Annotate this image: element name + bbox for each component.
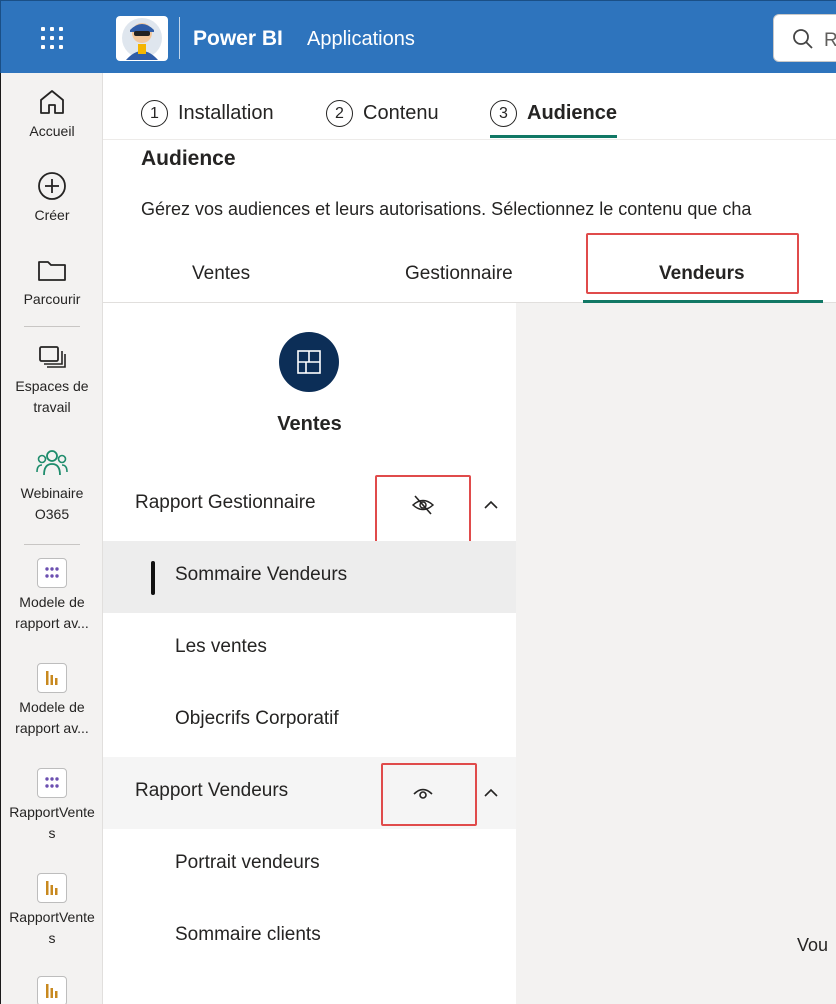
app-name: Ventes [277,413,342,435]
app-badge [279,332,339,392]
nav-item-modele-rapport-1[interactable]: Modele de rapport av... [1,558,103,634]
nav-item-parcourir[interactable]: Parcourir [1,255,103,310]
audience-content-panel: Ventes Rapport Gestionnaire Sommaire Ven… [103,303,516,1004]
app-layout-icon [297,350,321,374]
step-number: 3 [490,100,517,127]
chevron-up-icon[interactable] [483,787,499,799]
app-grid-icon [37,768,67,798]
step-contenu[interactable]: 2 Contenu [326,100,439,127]
home-icon [40,90,64,114]
page-item-label: Portrait vendeurs [175,852,320,873]
nav-label: Webinaire O365 [20,485,84,522]
page-item-sommaire-clients[interactable]: Sommaire clients [103,901,516,973]
step-number: 1 [141,100,168,127]
eye-off-icon[interactable] [411,493,435,517]
setup-steps: 1 Installation 2 Contenu 3 Audience [103,73,836,140]
report-group-vendeurs[interactable]: Rapport Vendeurs [103,757,516,829]
brand-name[interactable]: Power BI [193,27,283,51]
nav-item-webinaire-o365[interactable]: Webinaire O365 [1,447,103,525]
main-content: 1 Installation 2 Contenu 3 Audience Audi… [103,73,836,1004]
step-audience[interactable]: 3 Audience [490,100,617,127]
step-number: 2 [326,100,353,127]
chevron-up-icon[interactable] [483,499,499,511]
nav-item-report-partial[interactable] [1,976,103,1004]
app-launcher-icon[interactable] [41,27,65,51]
page-item-les-ventes[interactable]: Les ventes [103,613,516,685]
nav-label: Modele de rapport av... [15,594,89,631]
report-chart-icon [37,663,67,693]
folder-icon [38,261,66,281]
top-header-bar: Power BI Applications R [0,0,836,73]
search-placeholder: R [824,30,836,51]
nav-item-accueil[interactable]: Accueil [1,87,103,142]
nav-label: Parcourir [23,291,81,307]
audience-tabs: Ventes Gestionnaire Vendeurs [103,233,836,303]
report-chart-icon [37,976,67,1004]
step-installation[interactable]: 1 Installation [141,100,274,127]
app-grid-icon [37,558,67,588]
page-item-label: Sommaire Vendeurs [175,564,348,585]
selected-indicator [151,561,155,595]
plus-circle-icon [38,172,66,200]
audience-description: Gérez vos audiences et leurs autorisatio… [141,199,752,219]
nav-label: Accueil [29,123,75,139]
nav-label: RapportVentes [9,804,95,841]
nav-separator [24,544,80,545]
active-step-indicator [490,135,617,138]
section-title[interactable]: Applications [307,28,415,51]
people-icon [36,450,68,476]
nav-label: Modele de rapport av... [15,699,89,736]
preview-text: Vou [797,935,829,955]
header-divider [179,17,180,59]
page-item-sommaire-vendeurs[interactable]: Sommaire Vendeurs [103,541,516,613]
search-icon [793,29,813,49]
nav-label: RapportVentes [9,909,95,946]
nav-separator [24,326,80,327]
page-item-label: Les ventes [175,636,267,657]
page-item-portrait-vendeurs[interactable]: Portrait vendeurs [103,829,516,901]
eye-icon[interactable] [411,781,435,805]
report-group-gestionnaire[interactable]: Rapport Gestionnaire [103,469,516,541]
report-group-label: Rapport Gestionnaire [135,492,316,513]
nav-label: Créer [34,207,70,223]
page-item-objectifs-corporatif[interactable]: Objecrifs Corporatif [103,685,516,757]
nav-item-espaces-de-travail[interactable]: Espaces de travail [1,342,103,418]
left-navigation: Accueil Créer Parcourir Espaces de trava… [0,73,103,1004]
audience-heading: Audience [141,147,236,170]
nav-item-rapportventes-1[interactable]: RapportVentes [1,768,103,844]
nav-item-rapportventes-2[interactable]: RapportVentes [1,873,103,949]
report-chart-icon [37,873,67,903]
workspaces-icon [39,346,66,368]
step-label: Contenu [363,102,439,124]
tab-vendeurs[interactable]: Vendeurs [659,263,745,285]
search-input[interactable]: R [773,14,836,62]
step-label: Audience [527,102,618,124]
preview-panel: Vou [516,303,836,1004]
nav-item-creer[interactable]: Créer [1,171,103,226]
tab-gestionnaire[interactable]: Gestionnaire [405,263,513,285]
nav-label: Espaces de travail [15,378,89,415]
app-logo-avatar [116,16,168,61]
report-group-label: Rapport Vendeurs [135,780,289,801]
page-item-label: Sommaire clients [175,924,321,945]
nav-item-modele-rapport-2[interactable]: Modele de rapport av... [1,663,103,739]
tab-ventes[interactable]: Ventes [192,263,250,285]
page-item-label: Objecrifs Corporatif [175,708,339,729]
step-label: Installation [178,102,274,124]
